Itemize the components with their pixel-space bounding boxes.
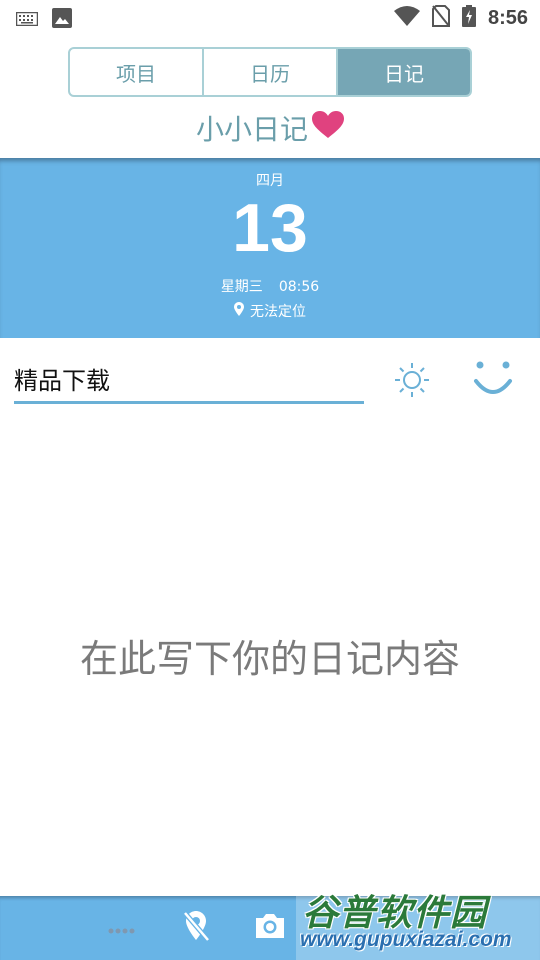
- weekday-label: 星期三: [220, 279, 263, 295]
- diary-body[interactable]: 在此写下你的日记内容: [0, 420, 540, 890]
- app-title-row: 小小日记: [0, 106, 540, 150]
- date-panel[interactable]: 四月 13 星期三 08:56 无法定位: [0, 158, 540, 338]
- body-placeholder: 在此写下你的日记内容: [79, 636, 460, 681]
- location-row[interactable]: 无法定位: [0, 301, 540, 321]
- month-label: 四月: [256, 173, 284, 189]
- more-icon: [108, 919, 136, 938]
- keyboard-icon: [15, 11, 39, 30]
- time-label: 08:56: [278, 279, 320, 295]
- title-field: [14, 358, 364, 404]
- image-icon: [52, 8, 72, 32]
- status-bar: 8:56: [0, 0, 540, 36]
- view-tabs: 项目 日历 日记: [68, 47, 472, 97]
- weekday-time: 星期三 08:56: [0, 276, 540, 296]
- day-number: 13: [232, 190, 308, 266]
- app-title: 小小日记: [195, 113, 308, 146]
- title-input[interactable]: [14, 358, 364, 398]
- watermark-url: www.gupuxiazai.com: [300, 928, 512, 951]
- tab-diary[interactable]: 日记: [338, 49, 470, 95]
- no-sim-icon: [431, 5, 450, 31]
- battery-charging-icon: [461, 5, 476, 31]
- sun-icon: [393, 361, 431, 403]
- watermark: 谷普软件园 www.gupuxiazai.com: [296, 876, 540, 960]
- camera-icon: [254, 912, 286, 944]
- smile-icon: [472, 359, 514, 403]
- status-time: 8:56: [487, 6, 528, 29]
- tab-projects[interactable]: 项目: [70, 49, 204, 95]
- camera-button[interactable]: [252, 910, 288, 946]
- wifi-icon: [393, 6, 420, 30]
- location-pin-icon: [234, 302, 244, 320]
- heart-icon: [312, 110, 344, 146]
- location-label: 无法定位: [250, 304, 306, 320]
- mood-button[interactable]: [470, 358, 516, 404]
- more-button[interactable]: [104, 910, 140, 946]
- tab-calendar[interactable]: 日历: [204, 49, 338, 95]
- location-toggle-button[interactable]: [178, 910, 214, 946]
- weather-button[interactable]: [390, 360, 434, 404]
- location-off-icon: [182, 910, 210, 946]
